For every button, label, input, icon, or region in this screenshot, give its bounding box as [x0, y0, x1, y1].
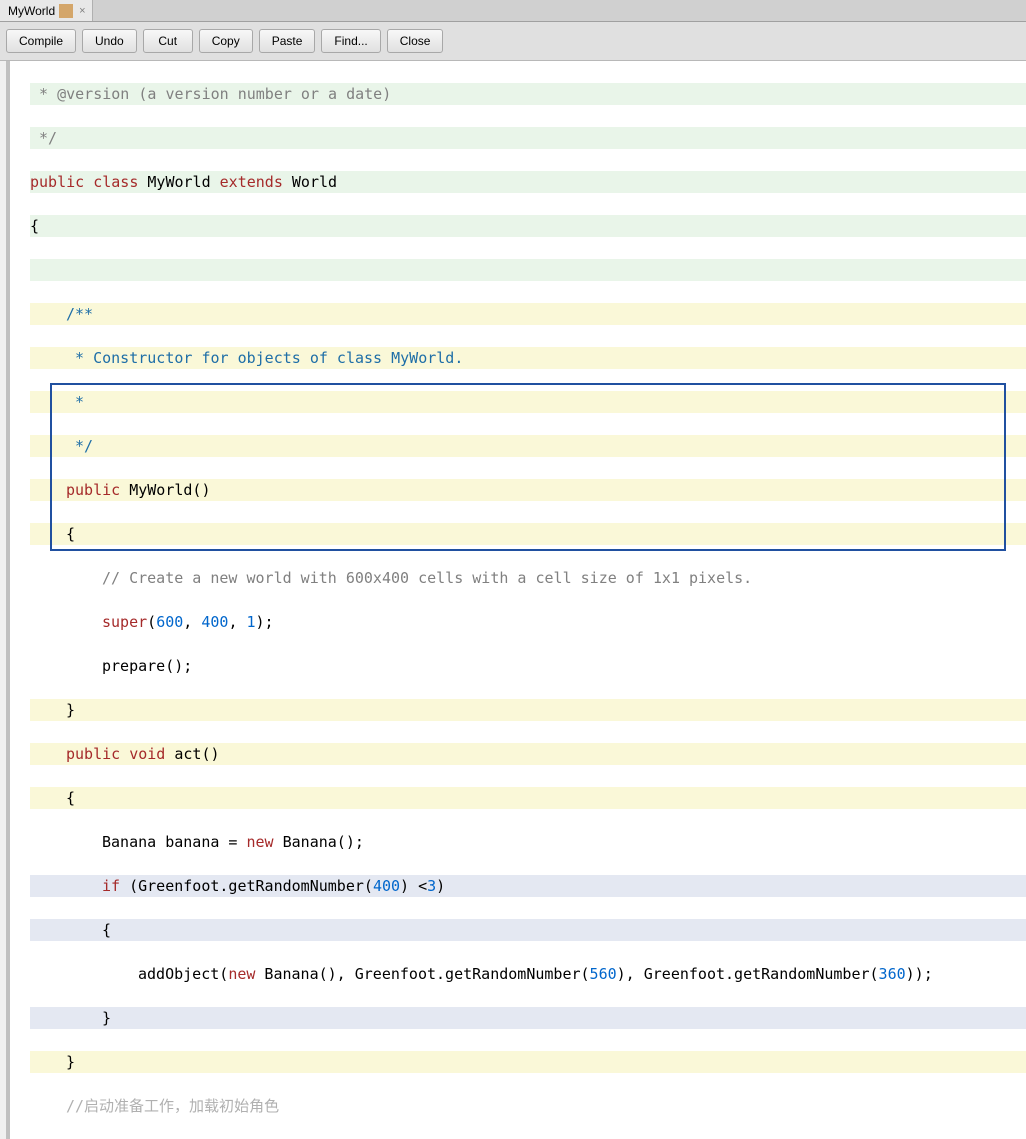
num: 3 [427, 877, 436, 895]
kw-public: public [66, 481, 120, 499]
num: 600 [156, 613, 183, 631]
brace: } [66, 1053, 75, 1071]
expr: (Greenfoot.getRandomNumber( [120, 877, 373, 895]
kw-extends: extends [220, 173, 283, 191]
copy-button[interactable]: Copy [199, 29, 253, 53]
num: 1 [247, 613, 256, 631]
kw-class: class [93, 173, 138, 191]
brace: { [30, 217, 39, 235]
code-editor[interactable]: * @version (a version number or a date) … [6, 61, 1026, 1139]
brace: } [102, 1009, 111, 1027]
stmt: Banana banana = [102, 833, 247, 851]
tab-myworld[interactable]: MyWorld × [0, 0, 93, 21]
cut-button[interactable]: Cut [143, 29, 193, 53]
super-name: World [283, 173, 337, 191]
doc-start: /** [66, 305, 93, 323]
code-container: * @version (a version number or a date) … [0, 61, 1026, 1139]
doc-comment: * @version (a version number or a date) [30, 85, 391, 103]
num: 400 [373, 877, 400, 895]
c: , [183, 613, 201, 631]
kw-public: public [66, 745, 120, 763]
toolbar: Compile Undo Cut Copy Paste Find... Clos… [0, 22, 1026, 61]
call: ), Greenfoot.getRandomNumber( [617, 965, 879, 983]
call: Banana(), Greenfoot.getRandomNumber( [255, 965, 589, 983]
expr: ) < [400, 877, 427, 895]
sp [120, 745, 129, 763]
num: 560 [590, 965, 617, 983]
doc-line: * Constructor for objects of class MyWor… [66, 349, 463, 367]
call: )); [906, 965, 933, 983]
inline-comment: // Create a new world with 600x400 cells… [102, 569, 752, 587]
kw-void: void [129, 745, 165, 763]
tab-label: MyWorld [8, 4, 55, 18]
comment-cn: //启动准备工作，加载初始角色 [66, 1097, 279, 1115]
expr: ) [436, 877, 445, 895]
doc-end: */ [66, 437, 93, 455]
brace: { [66, 789, 75, 807]
world-icon [59, 4, 73, 18]
ctor-sig: MyWorld() [120, 481, 210, 499]
doc-line: * [66, 393, 93, 411]
kw-if: if [102, 877, 120, 895]
close-tab-icon[interactable]: × [77, 5, 87, 17]
num: 400 [201, 613, 228, 631]
c: , [228, 613, 246, 631]
call-prepare: prepare(); [102, 657, 192, 675]
stmt: Banana(); [274, 833, 364, 851]
tab-bar: MyWorld × [0, 0, 1026, 22]
undo-button[interactable]: Undo [82, 29, 137, 53]
kw-new: new [247, 833, 274, 851]
brace: } [66, 701, 75, 719]
num: 360 [879, 965, 906, 983]
kw-super: super [102, 613, 147, 631]
call: addObject( [138, 965, 228, 983]
brace: { [102, 921, 111, 939]
close-button[interactable]: Close [387, 29, 444, 53]
method-sig: act() [165, 745, 219, 763]
class-name: MyWorld [138, 173, 219, 191]
compile-button[interactable]: Compile [6, 29, 76, 53]
doc-comment-end: */ [30, 129, 57, 147]
paste-button[interactable]: Paste [259, 29, 316, 53]
p: ); [256, 613, 274, 631]
brace: { [66, 525, 111, 543]
kw-new: new [228, 965, 255, 983]
kw-public: public [30, 173, 84, 191]
p: ( [147, 613, 156, 631]
find-button[interactable]: Find... [321, 29, 380, 53]
